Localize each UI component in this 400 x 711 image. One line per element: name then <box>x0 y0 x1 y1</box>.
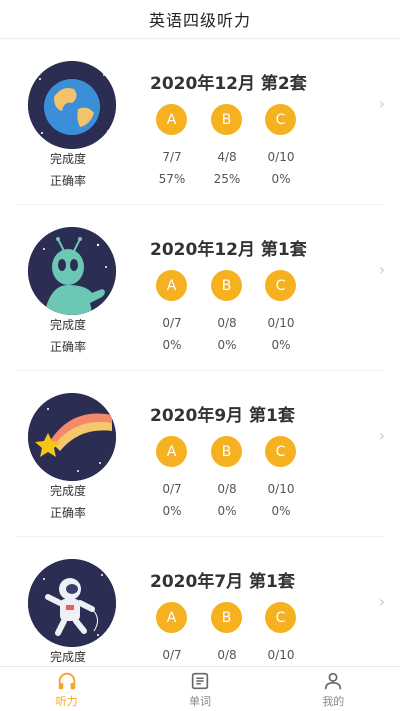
test-title: 2020年12月 第2套 <box>150 74 307 94</box>
tab-label: 单词 <box>188 694 211 708</box>
tab-label: 听力 <box>55 694 78 708</box>
section-b-button[interactable]: B <box>211 270 242 301</box>
tab-listening[interactable]: 听力 <box>0 667 133 711</box>
book-icon <box>191 672 209 689</box>
user-icon <box>325 672 342 689</box>
chevron-right-icon[interactable]: › <box>372 259 392 279</box>
completion-label: 完成度 <box>50 484 87 498</box>
chevron-right-icon[interactable]: › <box>372 93 392 113</box>
completion-value: 0/8 <box>217 648 237 662</box>
test-title: 2020年9月 第1套 <box>150 406 295 426</box>
test-title: 2020年7月 第1套 <box>150 572 295 592</box>
test-title: 2020年12月 第1套 <box>150 240 307 260</box>
tab-bar: 听力 单词 我的 <box>0 666 400 711</box>
tab-words[interactable]: 单词 <box>133 667 266 711</box>
completion-value: 0/10 <box>267 648 295 662</box>
tab-label: 我的 <box>322 694 345 708</box>
list-item[interactable]: 2020年7月 第1套 A B C › 完成度 0/7 0/8 0/10 <box>16 537 385 667</box>
completion-value: 0/10 <box>267 316 295 330</box>
accuracy-label: 正确率 <box>50 506 87 520</box>
accuracy-value: 0% <box>271 504 291 518</box>
chevron-right-icon[interactable]: › <box>372 591 392 611</box>
accuracy-value: 25% <box>213 172 241 186</box>
accuracy-value: 0% <box>162 504 182 518</box>
chevron-right-icon[interactable]: › <box>372 425 392 445</box>
accuracy-label: 正确率 <box>50 340 87 354</box>
completion-label: 完成度 <box>50 152 87 166</box>
section-b-button[interactable]: B <box>211 436 242 467</box>
completion-value: 0/8 <box>217 482 237 496</box>
tab-mine[interactable]: 我的 <box>267 667 400 711</box>
completion-value: 0/10 <box>267 150 295 164</box>
earth-icon <box>28 61 116 149</box>
completion-label: 完成度 <box>50 650 87 664</box>
section-a-button[interactable]: A <box>156 104 187 135</box>
completion-value: 0/7 <box>162 648 182 662</box>
section-c-button[interactable]: C <box>265 436 296 467</box>
page-title: 英语四级听力 <box>0 0 400 39</box>
section-a-button[interactable]: A <box>156 602 187 633</box>
section-c-button[interactable]: C <box>265 602 296 633</box>
shooting-star-icon <box>28 393 116 481</box>
completion-value: 7/7 <box>162 150 182 164</box>
completion-value: 0/10 <box>267 482 295 496</box>
headphones-icon <box>58 672 75 689</box>
section-a-button[interactable]: A <box>156 436 187 467</box>
alien-icon <box>28 227 116 315</box>
section-b-button[interactable]: B <box>211 602 242 633</box>
accuracy-value: 0% <box>217 338 237 352</box>
list-item[interactable]: 2020年9月 第1套 A B C › 完成度 正确率 0/7 0/8 0/10… <box>16 371 385 537</box>
astronaut-icon <box>28 559 116 647</box>
completion-value: 0/8 <box>217 316 237 330</box>
list-item[interactable]: 2020年12月 第2套 A B C › 完成度 正确率 7/7 4/8 0/1… <box>16 39 385 205</box>
test-list[interactable]: 2020年12月 第2套 A B C › 完成度 正确率 7/7 4/8 0/1… <box>0 39 400 667</box>
section-a-button[interactable]: A <box>156 270 187 301</box>
section-c-button[interactable]: C <box>265 104 296 135</box>
list-item[interactable]: 2020年12月 第1套 A B C › 完成度 正确率 0/7 0/8 0/1… <box>16 205 385 371</box>
accuracy-value: 0% <box>162 338 182 352</box>
accuracy-label: 正确率 <box>50 174 87 188</box>
completion-value: 0/7 <box>162 316 182 330</box>
accuracy-value: 0% <box>271 338 291 352</box>
accuracy-value: 0% <box>217 504 237 518</box>
section-b-button[interactable]: B <box>211 104 242 135</box>
completion-label: 完成度 <box>50 318 87 332</box>
completion-value: 0/7 <box>162 482 182 496</box>
completion-value: 4/8 <box>217 150 237 164</box>
accuracy-value: 57% <box>158 172 186 186</box>
section-c-button[interactable]: C <box>265 270 296 301</box>
accuracy-value: 0% <box>271 172 291 186</box>
